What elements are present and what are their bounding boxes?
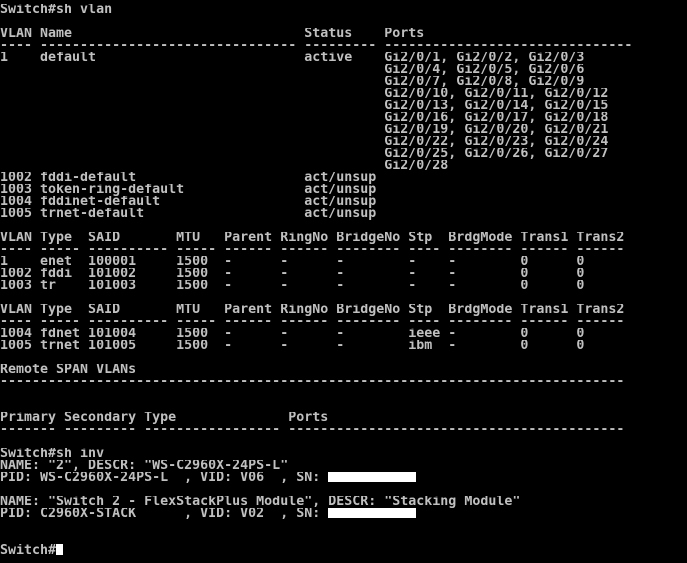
table-separator: ---- ----- ---------- ----- ------ -----… [0, 316, 625, 328]
table-separator: ------- --------- ----------------- ----… [0, 424, 625, 436]
terminal-window[interactable]: Switch#sh vlan VLAN Name Status Ports --… [0, 0, 687, 563]
table-separator: ---- -------------------------------- --… [0, 40, 633, 52]
redacted-serial-number [328, 508, 417, 518]
inventory-name-line: NAME: "Switch 2 - FlexStackPlus Module",… [0, 496, 521, 508]
vlan-detail-header: VLAN Type SAID MTU Parent RingNo BridgeN… [0, 304, 625, 316]
table-separator: ----------------------------------------… [0, 376, 625, 388]
ports-continuation: Gi2/0/10, Gi2/0/11, Gi2/0/12 [0, 88, 609, 100]
private-vlan-header: Primary Secondary Type Ports [0, 412, 329, 424]
ports-continuation: Gi2/0/16, Gi2/0/17, Gi2/0/18 [0, 112, 609, 124]
redacted-serial-number [328, 472, 417, 482]
remote-span-heading: Remote SPAN VLANs [0, 364, 137, 376]
ports-continuation: Gi2/0/7, Gi2/0/8, Gi2/0/9 [0, 76, 585, 88]
ports-continuation: Gi2/0/4, Gi2/0/5, Gi2/0/6 [0, 64, 585, 76]
vlan-detail-row: 1003 tr 101003 1500 - - - - - 0 0 [0, 280, 585, 292]
table-separator: ---- ----- ---------- ----- ------ -----… [0, 244, 625, 256]
vlan-row: 1003 token-ring-default act/unsup [0, 184, 377, 196]
inventory-pid-text: PID: WS-C2960X-24PS-L , VID: V06 , SN: [0, 472, 329, 484]
vlan-row: 1005 trnet-default act/unsup [0, 208, 377, 220]
inventory-pid-text: PID: C2960X-STACK , VID: V02 , SN: [0, 508, 329, 520]
ports-continuation: Gi2/0/25, Gi2/0/26, Gi2/0/27 [0, 148, 609, 160]
vlan-detail-row: 1 enet 100001 1500 - - - - - 0 0 [0, 256, 585, 268]
inventory-name-line: NAME: "2", DESCR: "WS-C2960X-24PS-L" [0, 460, 289, 472]
inventory-pid-line: PID: C2960X-STACK , VID: V02 , SN: [0, 508, 687, 520]
prompt-text: Switch# [0, 544, 57, 556]
vlan-row: 1 default active Gi2/0/1, Gi2/0/2, Gi2/0… [0, 52, 585, 64]
ports-continuation: Gi2/0/13, Gi2/0/14, Gi2/0/15 [0, 100, 609, 112]
vlan-row: 1004 fddinet-default act/unsup [0, 196, 377, 208]
ports-continuation: Gi2/0/22, Gi2/0/23, Gi2/0/24 [0, 136, 609, 148]
command-line: Switch#sh inv [0, 448, 105, 460]
ports-continuation: Gi2/0/28 [0, 160, 449, 172]
text-cursor [56, 544, 64, 555]
vlan-detail-header: VLAN Type SAID MTU Parent RingNo BridgeN… [0, 232, 625, 244]
command-line: Switch#sh vlan [0, 4, 113, 16]
ports-continuation: Gi2/0/19, Gi2/0/20, Gi2/0/21 [0, 124, 609, 136]
vlan-detail-row: 1004 fdnet 101004 1500 - - - ieee - 0 0 [0, 328, 585, 340]
vlan-detail-row: 1002 fddi 101002 1500 - - - - - 0 0 [0, 268, 585, 280]
inventory-pid-line: PID: WS-C2960X-24PS-L , VID: V06 , SN: [0, 472, 687, 484]
prompt-line[interactable]: Switch# [0, 544, 687, 556]
vlan-table-header: VLAN Name Status Ports [0, 28, 425, 40]
vlan-detail-row: 1005 trnet 101005 1500 - - - ibm - 0 0 [0, 340, 585, 352]
vlan-row: 1002 fddi-default act/unsup [0, 172, 377, 184]
